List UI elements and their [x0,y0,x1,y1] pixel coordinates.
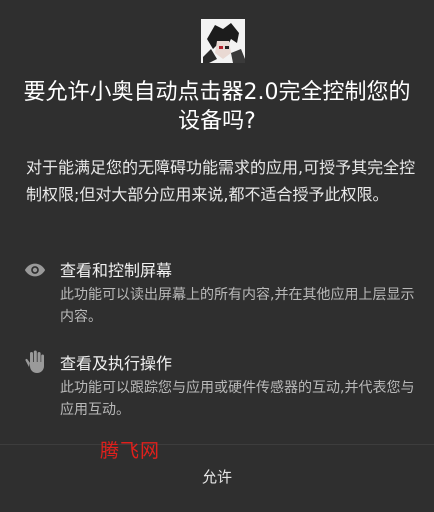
permission-description: 此功能可以读出屏幕上的所有内容,并在其他应用上层显示内容。 [60,287,415,325]
permission-title: 查看和控制屏幕 [60,261,173,280]
divider [0,444,434,445]
app-avatar-illustration [201,19,245,63]
eye-icon [24,259,46,281]
permission-description: 此功能可以跟踪您与应用或硬件传感器的互动,并代表您与应用互动。 [60,380,415,418]
app-icon [201,19,245,63]
dialog-description: 对于能满足您的无障碍功能需求的应用,可授予其完全控制权限;但对大部分应用来说,都… [26,158,416,204]
hand-icon [24,350,46,373]
dialog-title: 要允许小奥自动点击器2.0完全控制您的设备吗? [23,80,411,134]
accessibility-permission-dialog: 要允许小奥自动点击器2.0完全控制您的设备吗? 对于能满足您的无障碍功能需求的应… [0,0,434,512]
allow-button[interactable]: 允许 [0,446,434,508]
permission-title: 查看及执行操作 [60,354,173,373]
